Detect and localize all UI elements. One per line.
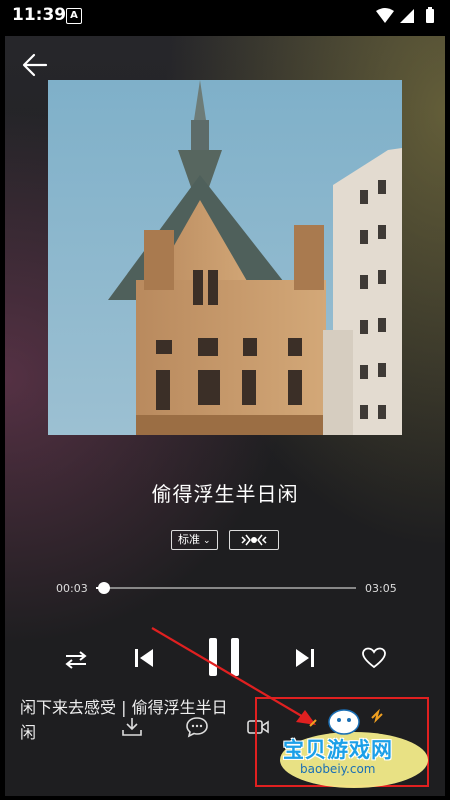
album-cover — [48, 80, 402, 435]
quality-label: 标准 — [178, 533, 200, 546]
chevron-down-icon: ⌄ — [203, 536, 211, 546]
watermark-url: baobeiy.com — [300, 762, 376, 776]
progress-knob[interactable] — [97, 582, 110, 594]
notification-badge: A — [66, 8, 82, 24]
song-title: 偷得浮生半日闲 — [151, 482, 299, 506]
battery-icon — [426, 9, 434, 23]
quality-selector[interactable]: 标准 ⌄ — [171, 530, 218, 550]
progress-bar[interactable] — [96, 582, 356, 594]
status-icons — [376, 7, 434, 23]
sound-effect-icon[interactable] — [229, 530, 279, 550]
arrow-left-icon[interactable] — [20, 50, 50, 80]
pause-icon[interactable] — [206, 636, 242, 678]
current-time: 00:03 — [56, 582, 88, 595]
download-icon[interactable] — [120, 716, 144, 738]
total-time: 03:05 — [365, 582, 397, 595]
comment-icon[interactable] — [185, 716, 209, 738]
heart-icon[interactable] — [362, 647, 386, 669]
status-time: 11:39 — [12, 5, 67, 25]
signal-icon — [400, 9, 414, 23]
skip-previous-icon[interactable] — [133, 647, 155, 669]
repeat-icon[interactable] — [64, 650, 88, 670]
status-bar: 11:39 A — [0, 0, 450, 32]
skip-next-icon[interactable] — [294, 647, 316, 669]
watermark-text: 宝贝游戏网 — [283, 738, 393, 762]
wifi-icon — [376, 8, 394, 23]
